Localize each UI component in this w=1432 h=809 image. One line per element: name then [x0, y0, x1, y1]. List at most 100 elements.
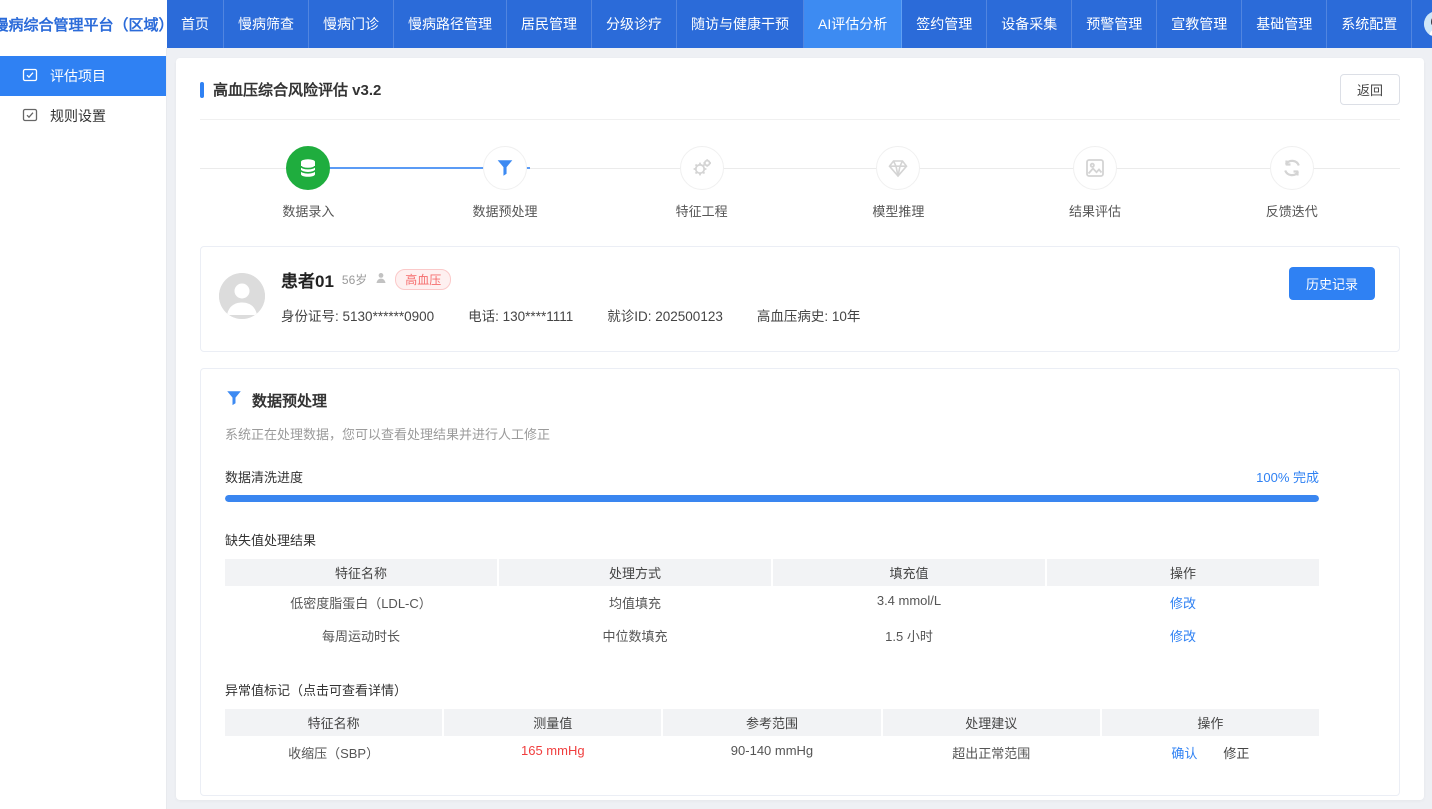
column-header: 填充值	[773, 559, 1045, 586]
column-header: 处理建议	[883, 709, 1100, 736]
column-header: 参考范围	[663, 709, 880, 736]
nav-item-system-config[interactable]: 系统配置	[1327, 0, 1412, 48]
user-menu[interactable]: admin ▼	[1412, 0, 1432, 48]
nav-item-education[interactable]: 宣教管理	[1157, 0, 1242, 48]
patient-avatar	[219, 273, 265, 319]
top-navbar: 慢病综合管理平台（区域） 首页 慢病筛查 慢病门诊 慢病路径管理 居民管理 分级…	[0, 0, 1432, 48]
nav-item-home[interactable]: 首页	[167, 0, 224, 48]
nav-item-alerts[interactable]: 预警管理	[1072, 0, 1157, 48]
modify-link[interactable]: 修改	[1047, 586, 1319, 619]
sidebar: 评估项目 规则设置	[0, 48, 167, 809]
cell-feature: 收缩压（SBP）	[225, 736, 442, 769]
image-icon	[1073, 146, 1117, 190]
progress-bar	[225, 495, 1319, 502]
form-icon	[22, 67, 38, 86]
nav-item-followup[interactable]: 随访与健康干预	[677, 0, 804, 48]
step-result-evaluation[interactable]: 结果评估	[997, 146, 1194, 220]
step-label: 数据录入	[282, 201, 334, 220]
progress-bar-fill	[225, 495, 1319, 502]
step-model-inference[interactable]: 模型推理	[800, 146, 997, 220]
confirm-link[interactable]: 确认	[1171, 743, 1197, 762]
user-avatar	[1424, 11, 1432, 37]
patient-card: 患者01 56岁 高血压 身份证号: 5130******0900 电话: 13…	[200, 246, 1400, 352]
page-header: 高血压综合风险评估 v3.2 返回	[200, 74, 1400, 120]
funnel-icon	[483, 146, 527, 190]
column-header: 操作	[1047, 559, 1319, 586]
correct-link[interactable]: 修正	[1223, 743, 1249, 762]
nav-item-tiered-care[interactable]: 分级诊疗	[592, 0, 677, 48]
step-preprocessing[interactable]: 数据预处理	[407, 146, 604, 220]
nav-item-devices[interactable]: 设备采集	[987, 0, 1072, 48]
column-header: 处理方式	[499, 559, 771, 586]
main-nav: 首页 慢病筛查 慢病门诊 慢病路径管理 居民管理 分级诊疗 随访与健康干预 AI…	[167, 0, 1412, 48]
sidebar-item-label: 规则设置	[50, 106, 106, 126]
table-row: 低密度脂蛋白（LDL-C） 均值填充 3.4 mmol/L 修改	[225, 586, 1319, 619]
missing-values-title: 缺失值处理结果	[225, 530, 1319, 549]
patient-phone: 电话: 130****1111	[468, 305, 573, 325]
cell-fill-value: 1.5 小时	[773, 619, 1045, 652]
stepper: 数据录入 数据预处理 特征工程	[200, 146, 1400, 220]
patient-age: 56岁	[342, 271, 367, 288]
step-feedback-iteration[interactable]: 反馈迭代	[1193, 146, 1390, 220]
column-header: 特征名称	[225, 559, 497, 586]
nav-item-ai-analysis[interactable]: AI评估分析	[804, 0, 902, 48]
nav-item-contracts[interactable]: 签约管理	[902, 0, 987, 48]
person-icon	[375, 271, 387, 289]
step-label: 模型推理	[872, 201, 924, 220]
patient-name: 患者01	[281, 267, 334, 292]
hypertension-tag: 高血压	[395, 269, 451, 290]
nav-right: admin ▼ 退出	[1412, 0, 1432, 48]
table-row: 每周运动时长 中位数填充 1.5 小时 修改	[225, 619, 1319, 652]
section-title: 数据预处理	[252, 390, 327, 411]
step-label: 数据预处理	[473, 201, 538, 220]
back-button[interactable]: 返回	[1340, 74, 1400, 105]
sidebar-item-label: 评估项目	[50, 66, 106, 86]
diamond-icon	[876, 146, 920, 190]
table-row[interactable]: 收缩压（SBP） 165 mmHg 90-140 mmHg 超出正常范围 确认 …	[225, 736, 1319, 769]
funnel-icon	[225, 389, 243, 412]
column-header: 特征名称	[225, 709, 442, 736]
modify-link[interactable]: 修改	[1047, 619, 1319, 652]
database-icon	[286, 146, 330, 190]
step-label: 结果评估	[1069, 201, 1121, 220]
preprocess-section: 数据预处理 系统正在处理数据，您可以查看处理结果并进行人工修正 数据清洗进度 1…	[200, 368, 1400, 796]
column-header: 测量值	[444, 709, 661, 736]
sidebar-item-assessment-projects[interactable]: 评估项目	[0, 56, 166, 96]
progress-value: 100% 完成	[1256, 467, 1319, 486]
outlier-table: 特征名称 测量值 参考范围 处理建议 操作 收缩压（SBP） 165 mmHg …	[225, 709, 1319, 769]
progress-label: 数据清洗进度	[225, 467, 303, 486]
app-logo: 慢病综合管理平台（区域）	[0, 0, 167, 48]
content-card: 高血压综合风险评估 v3.2 返回 数据录入 数	[176, 58, 1424, 800]
nav-item-screening[interactable]: 慢病筛查	[224, 0, 309, 48]
nav-item-pathway[interactable]: 慢病路径管理	[394, 0, 507, 48]
missing-values-table: 特征名称 处理方式 填充值 操作 低密度脂蛋白（LDL-C） 均值填充 3.4 …	[225, 559, 1319, 652]
page-title: 高血压综合风险评估 v3.2	[213, 79, 381, 100]
patient-info: 患者01 56岁 高血压 身份证号: 5130******0900 电话: 13…	[281, 267, 1289, 325]
outlier-title: 异常值标记（点击可查看详情）	[225, 680, 1319, 699]
gears-icon	[680, 146, 724, 190]
step-label: 反馈迭代	[1266, 201, 1318, 220]
patient-visit-id: 就诊ID: 202500123	[607, 305, 723, 325]
step-data-entry[interactable]: 数据录入	[210, 146, 407, 220]
nav-item-basic-mgmt[interactable]: 基础管理	[1242, 0, 1327, 48]
patient-history: 高血压病史: 10年	[757, 305, 861, 325]
cell-reference-range: 90-140 mmHg	[663, 736, 880, 769]
history-button[interactable]: 历史记录	[1289, 267, 1375, 300]
column-header: 操作	[1102, 709, 1319, 736]
cell-fill-value: 3.4 mmol/L	[773, 586, 1045, 619]
cell-method: 均值填充	[499, 586, 771, 619]
cell-feature: 每周运动时长	[225, 619, 497, 652]
refresh-icon	[1270, 146, 1314, 190]
cell-measured-value: 165 mmHg	[444, 736, 661, 769]
nav-item-clinic[interactable]: 慢病门诊	[309, 0, 394, 48]
nav-item-residents[interactable]: 居民管理	[507, 0, 592, 48]
patient-id: 身份证号: 5130******0900	[281, 305, 434, 325]
cell-suggestion: 超出正常范围	[883, 736, 1100, 769]
cell-feature: 低密度脂蛋白（LDL-C）	[225, 586, 497, 619]
title-accent-bar	[200, 82, 204, 98]
section-description: 系统正在处理数据，您可以查看处理结果并进行人工修正	[225, 424, 1375, 443]
sidebar-item-rule-settings[interactable]: 规则设置	[0, 96, 166, 136]
cell-method: 中位数填充	[499, 619, 771, 652]
step-label: 特征工程	[676, 201, 728, 220]
step-feature-engineering[interactable]: 特征工程	[603, 146, 800, 220]
